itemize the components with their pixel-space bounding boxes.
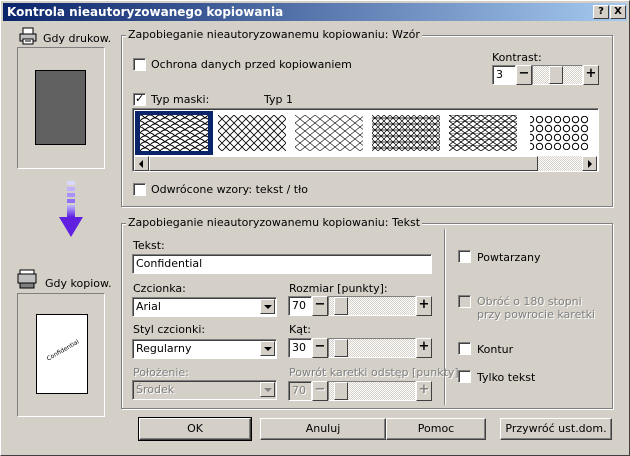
contrast-increase-button[interactable]: + (583, 65, 599, 85)
size-decrease-button[interactable]: − (312, 296, 328, 316)
dialog-window: Kontrola nieautoryzowanego kopiowania ? … (0, 0, 630, 456)
rotate-180-label: Obróć o 180 stopni przy powrocie karetki (477, 295, 596, 321)
angle-slider[interactable] (328, 338, 416, 358)
angle-label: Kąt: (289, 323, 311, 336)
pattern-diamond-lattice[interactable] (218, 115, 286, 151)
pattern-scrollbar[interactable] (134, 156, 597, 171)
printer-icon (19, 27, 37, 45)
pattern-fine-lattice[interactable] (295, 115, 363, 151)
help-title-button[interactable]: ? (593, 5, 609, 19)
pattern-circles[interactable] (526, 115, 594, 151)
text-label: Tekst: (133, 239, 165, 252)
close-button[interactable]: X (610, 5, 626, 19)
font-style-select[interactable]: Regularny (132, 339, 277, 359)
restore-defaults-button[interactable]: Przywróć ust.dom. (500, 418, 612, 440)
copy-preview-page: Confidential (36, 314, 88, 394)
pattern-dense-lattice[interactable] (372, 115, 440, 151)
window-title: Kontrola nieautoryzowanego kopiowania (7, 5, 284, 19)
repeat-label: Powtarzany (477, 251, 541, 264)
font-select[interactable]: Arial (132, 297, 277, 317)
size-slider[interactable] (328, 296, 416, 316)
mask-type-checkbox[interactable] (133, 92, 146, 106)
angle-increase-button[interactable]: + (416, 338, 432, 358)
font-style-label: Styl czcionki: (133, 323, 206, 336)
spacing-slider[interactable] (328, 381, 416, 401)
invert-pattern-checkbox[interactable] (133, 183, 146, 196)
ok-button[interactable]: OK (138, 417, 252, 441)
protect-data-checkbox[interactable] (133, 58, 146, 71)
pattern-brick-lattice[interactable] (449, 115, 517, 151)
angle-slider-thumb[interactable] (334, 339, 348, 357)
text-only-checkbox[interactable] (458, 370, 471, 383)
size-slider-thumb[interactable] (334, 297, 348, 315)
outline-label: Kontur (477, 343, 514, 356)
spacing-increase-button[interactable]: + (416, 381, 432, 401)
invert-pattern-label: Odwrócone wzory: tekst / tło (151, 183, 308, 196)
contrast-slider[interactable] (532, 65, 583, 85)
scroll-right-button[interactable] (582, 156, 597, 171)
font-label: Czcionka: (133, 282, 186, 295)
repeat-checkbox[interactable] (458, 250, 471, 263)
contrast-value-field[interactable]: 3 (492, 65, 516, 85)
mask-type-value: Typ 1 (264, 93, 293, 106)
spacing-label: Powrót karetki odstęp [punkty]: (289, 366, 463, 379)
text-only-label: Tylko tekst (477, 371, 536, 384)
copy-preview-watermark: Confidential (45, 338, 81, 363)
font-dropdown-button[interactable] (260, 299, 275, 314)
spacing-value-field[interactable]: 70 (288, 381, 312, 401)
pattern-group-title: Zapobieganie nieautoryzowanemu kopiowani… (126, 28, 422, 41)
protect-data-label: Ochrona danych przed kopiowaniem (151, 58, 352, 71)
text-input[interactable]: Confidential (132, 254, 432, 274)
spacing-slider-thumb[interactable] (334, 382, 348, 400)
print-preview (17, 47, 105, 169)
position-select[interactable]: Środek (132, 380, 277, 400)
angle-decrease-button[interactable]: − (312, 338, 328, 358)
rotate-180-checkbox[interactable] (458, 295, 471, 308)
contrast-decrease-button[interactable]: − (516, 65, 532, 85)
spacing-decrease-button[interactable]: − (312, 381, 328, 401)
angle-value-field[interactable]: 30 (288, 338, 312, 358)
position-label: Położenie: (133, 366, 189, 379)
pattern-scrollbar-thumb[interactable] (149, 156, 538, 171)
size-value-field[interactable]: 70 (288, 296, 312, 316)
position-dropdown-button[interactable] (260, 382, 275, 397)
print-mode-label: Gdy drukow. (43, 32, 112, 45)
scroll-left-button[interactable] (134, 156, 149, 171)
size-label: Rozmiar [punkty]: (289, 282, 388, 295)
contrast-label: Kontrast: (492, 51, 542, 64)
cancel-button[interactable]: Anuluj (260, 418, 386, 440)
title-bar: Kontrola nieautoryzowanego kopiowania ? … (3, 3, 627, 21)
mask-type-label: Typ maski: (151, 93, 210, 106)
outline-checkbox[interactable] (458, 342, 471, 355)
help-button[interactable]: Pomoc (386, 418, 486, 440)
copy-preview: Confidential (17, 293, 105, 417)
pattern-scales[interactable] (140, 115, 208, 151)
font-style-dropdown-button[interactable] (260, 341, 275, 356)
arrow-down-icon (59, 181, 83, 241)
print-preview-page (35, 70, 86, 145)
copy-mode-label: Gdy kopiow. (45, 277, 112, 290)
contrast-slider-thumb[interactable] (549, 66, 563, 84)
copier-icon (17, 269, 39, 289)
pattern-list[interactable] (132, 108, 599, 172)
text-group-title: Zapobieganie nieautoryzowanemu kopiowani… (126, 216, 423, 229)
size-increase-button[interactable]: + (416, 296, 432, 316)
